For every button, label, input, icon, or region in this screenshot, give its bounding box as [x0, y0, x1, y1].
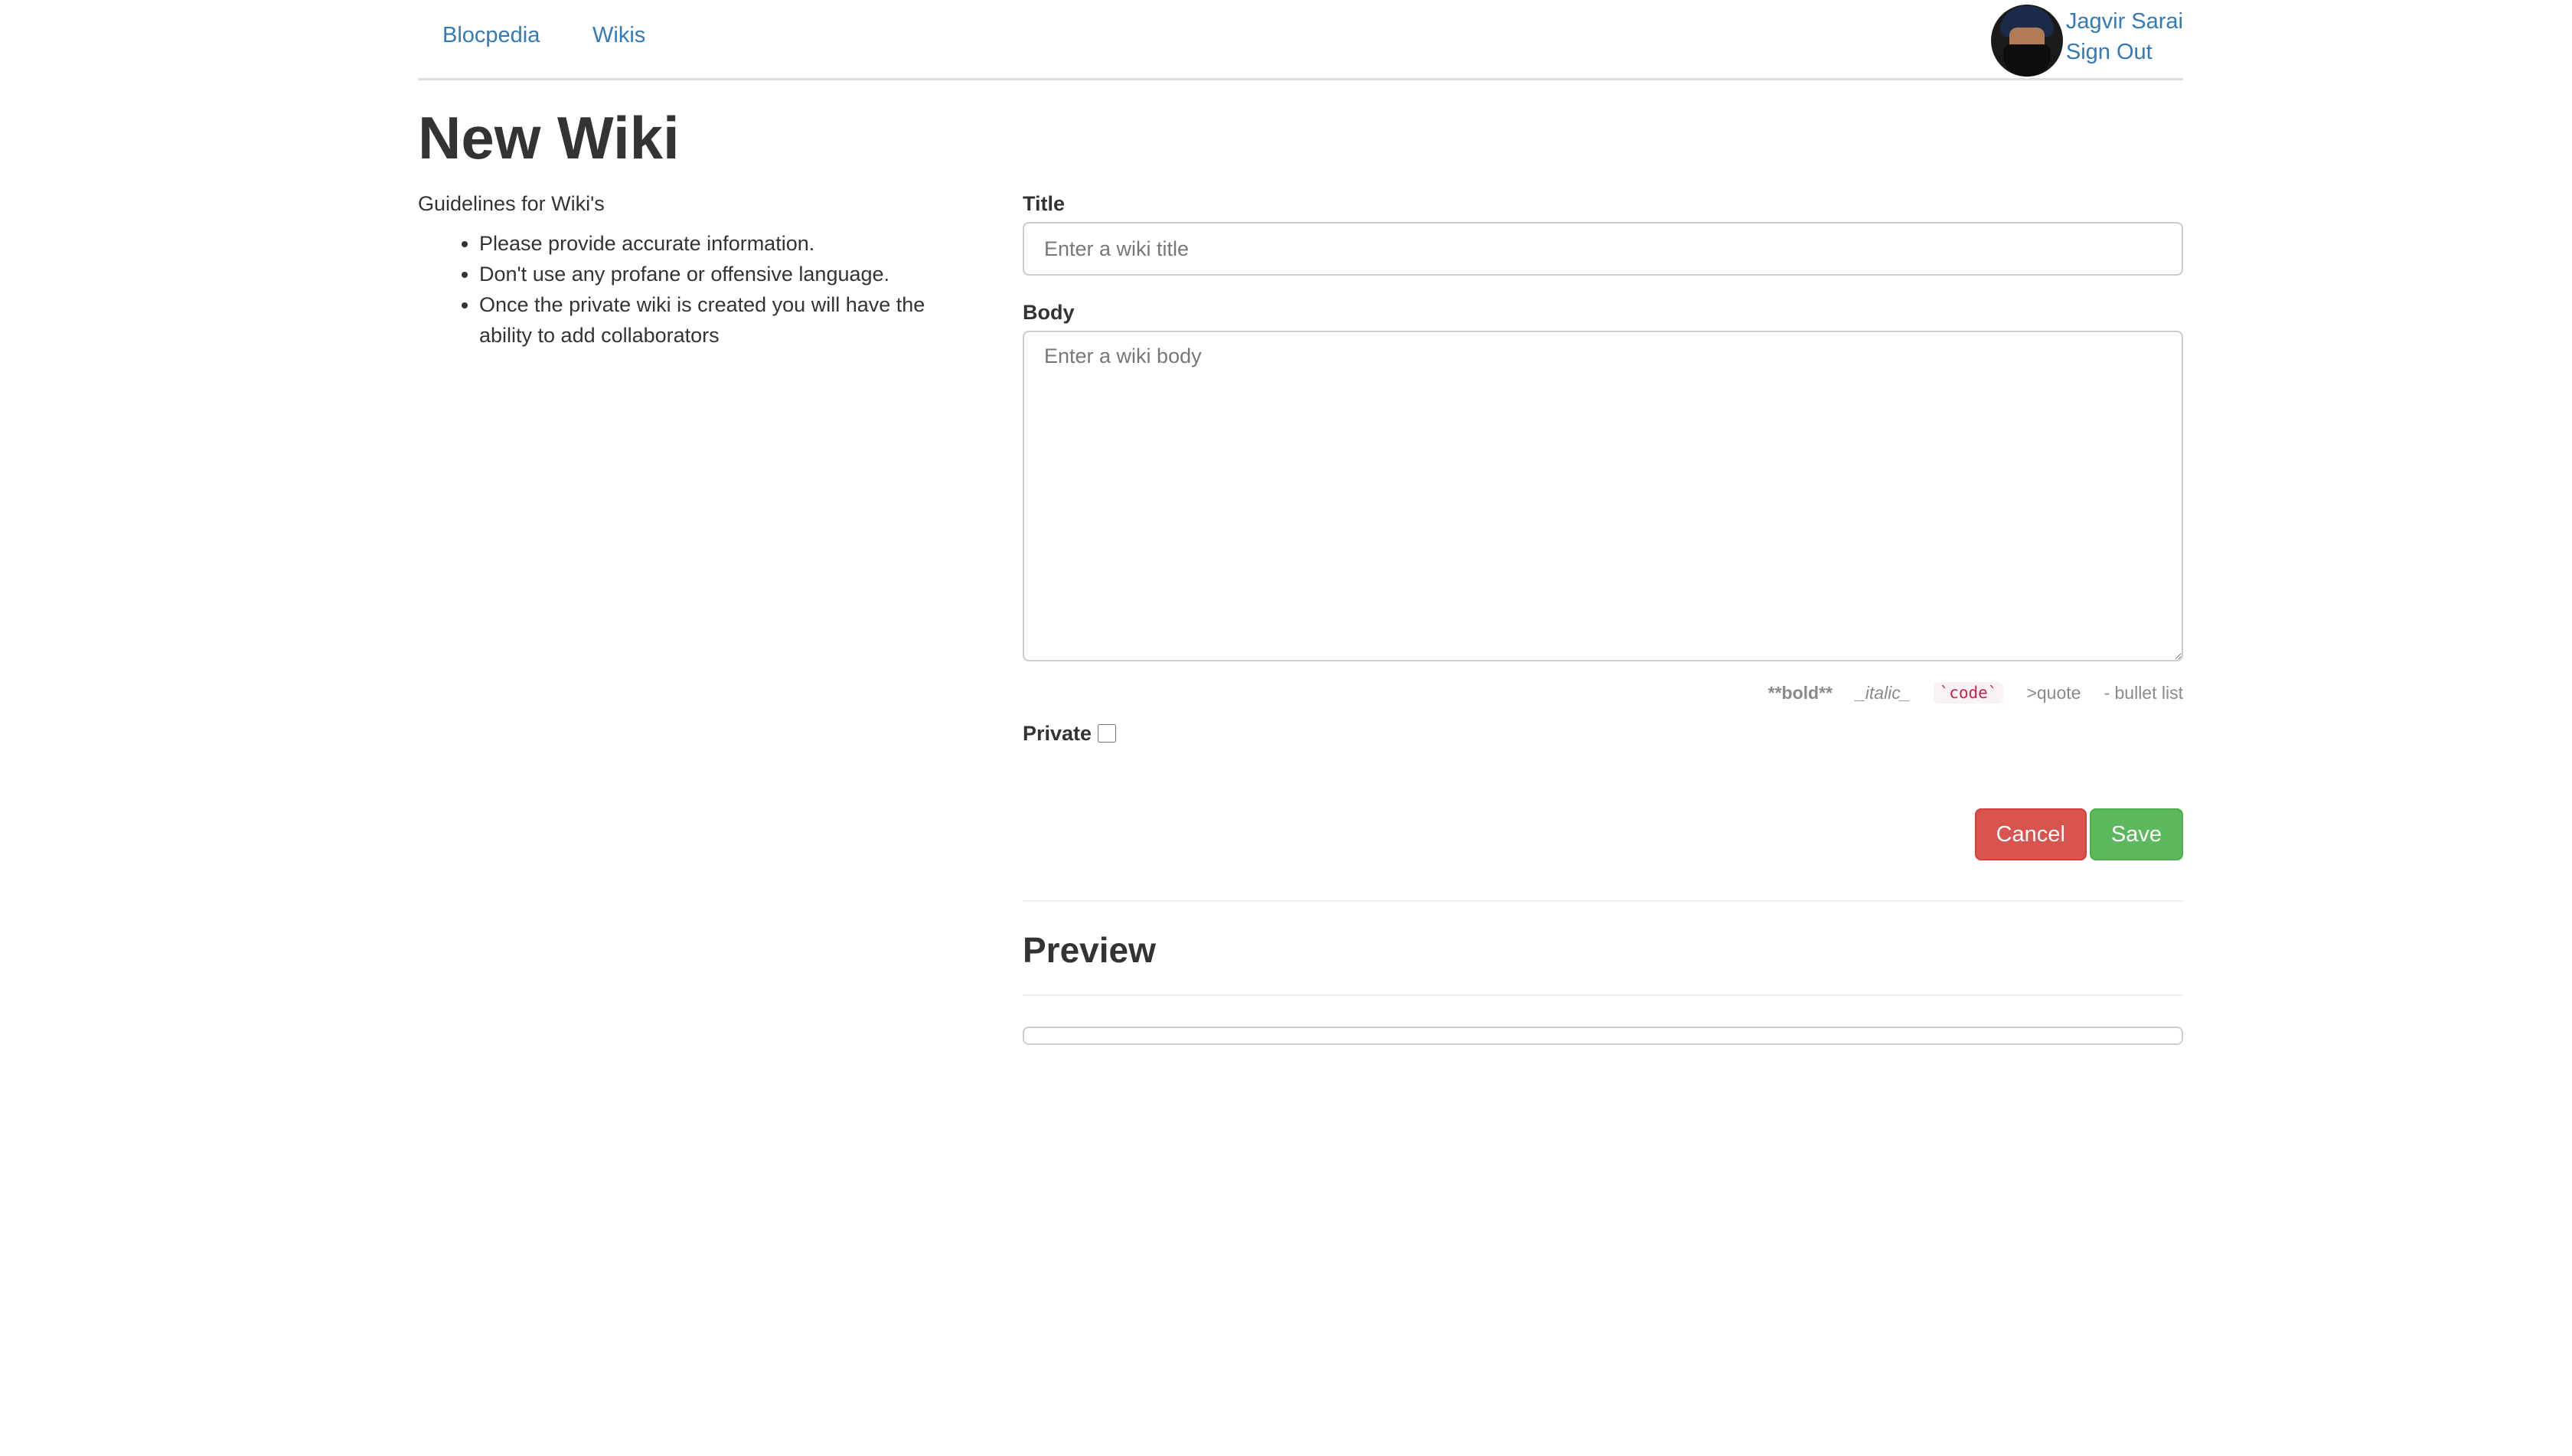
guidelines-list: Please provide accurate information. Don… — [418, 228, 969, 351]
user-menu: Jagvir Sarai Sign Out — [1990, 5, 2183, 78]
markdown-italic-hint: _italic_ — [1855, 682, 1911, 703]
page: Blocpedia Wikis Jagvir Sarai Sign Out Ne… — [0, 0, 2572, 1456]
markdown-help: **bold** _italic_ `code` >quote - bullet… — [1023, 680, 2183, 706]
guideline-item: Please provide accurate information. — [479, 228, 969, 259]
navbar: Blocpedia Wikis Jagvir Sarai Sign Out — [418, 0, 2183, 80]
divider — [1023, 900, 2183, 902]
cancel-button[interactable]: Cancel — [1974, 808, 2087, 860]
private-row: Private — [1023, 718, 2183, 749]
divider — [1023, 994, 2183, 997]
nav-brand-link[interactable]: Blocpedia — [442, 23, 540, 48]
body-label: Body — [1023, 301, 1075, 324]
guidelines-panel: Guidelines for Wiki's Please provide acc… — [418, 188, 969, 351]
private-checkbox[interactable] — [1098, 724, 1117, 743]
title-input[interactable] — [1023, 222, 2183, 276]
markdown-quote-hint: >quote — [2026, 682, 2081, 703]
title-label: Title — [1023, 192, 1066, 215]
new-wiki-form: Title Body **bold** _italic_ `code` >quo… — [1023, 188, 2183, 1046]
page-title: New Wiki — [418, 104, 680, 171]
guideline-item: Don't use any profane or offensive langu… — [479, 259, 969, 289]
avatar — [1990, 5, 2063, 77]
markdown-list-hint: - bullet list — [2104, 682, 2183, 703]
guideline-item: Once the private wiki is created you wil… — [479, 289, 969, 351]
form-actions: Cancel Save — [1023, 808, 2183, 860]
markdown-bold-hint: **bold** — [1767, 682, 1833, 703]
private-label: Private — [1023, 722, 1092, 745]
body-textarea[interactable] — [1023, 331, 2183, 661]
sign-out-link[interactable]: Sign Out — [2066, 37, 2183, 67]
markdown-code-hint: `code` — [1933, 682, 2004, 704]
nav-wikis-link[interactable]: Wikis — [592, 23, 645, 48]
preview-heading: Preview — [1023, 930, 1156, 970]
user-profile-link[interactable]: Jagvir Sarai — [2066, 6, 2183, 37]
preview-box — [1023, 1027, 2183, 1046]
save-button[interactable]: Save — [2089, 808, 2183, 860]
user-links: Jagvir Sarai Sign Out — [2066, 5, 2183, 67]
guidelines-heading: Guidelines for Wiki's — [418, 192, 605, 215]
main-container: Blocpedia Wikis Jagvir Sarai Sign Out Ne… — [418, 0, 2183, 1046]
